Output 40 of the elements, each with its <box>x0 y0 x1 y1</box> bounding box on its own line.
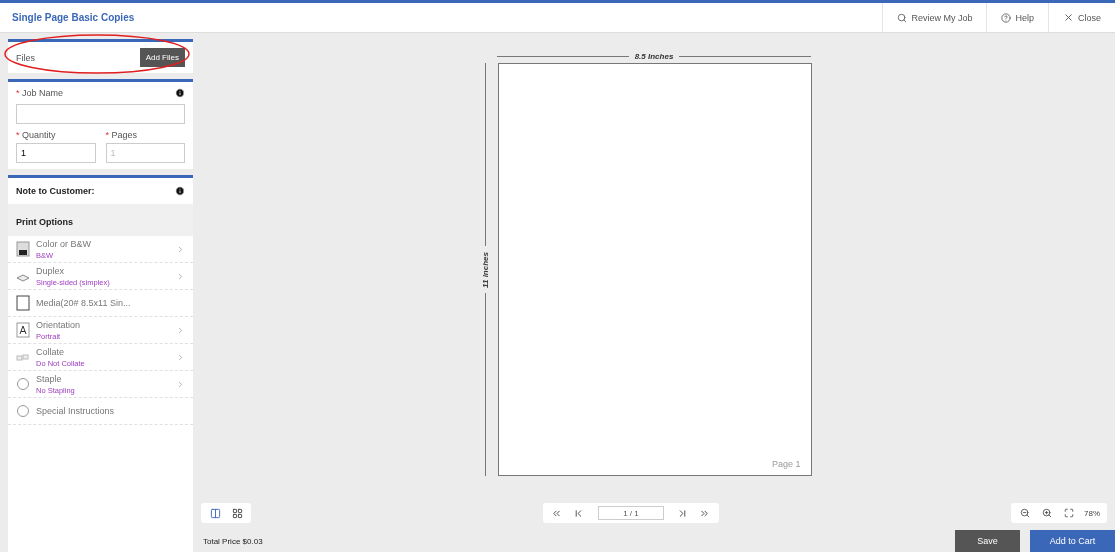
job-name-field[interactable] <box>16 104 185 124</box>
total-price: Total Price $0.03 <box>202 536 264 546</box>
info-icon <box>175 88 185 98</box>
zoom-out-icon <box>1020 508 1030 518</box>
zoom-in-icon <box>1042 508 1052 518</box>
letter-page-icon <box>16 322 30 338</box>
fit-screen-icon <box>1064 508 1074 518</box>
blank-page-icon <box>16 295 30 311</box>
chevron-icon <box>176 325 185 335</box>
quantity-label: * Quantity <box>16 130 57 140</box>
chevron-icon <box>176 271 185 281</box>
print-option[interactable]: Media(20# 8.5x11 Sin... <box>8 290 193 317</box>
pages-label: * Pages <box>105 130 139 140</box>
height-ruler: 11 Inches <box>480 63 490 476</box>
files-label: Files <box>16 52 35 63</box>
quantity-field[interactable]: 1 <box>16 143 96 163</box>
zoom-level: 78% <box>1083 508 1101 518</box>
page-field[interactable]: 1 / 1 <box>598 506 664 520</box>
help-icon <box>1001 12 1012 23</box>
add-files-button[interactable]: Add Files <box>139 48 185 67</box>
chevron-icon <box>176 244 185 254</box>
search-icon <box>897 12 908 23</box>
save-button[interactable]: Save <box>955 530 1020 552</box>
note-label: Note to Customer: <box>16 186 95 196</box>
radio-circle-icon <box>16 376 30 392</box>
grid-view-icon <box>231 507 243 519</box>
add-to-cart-button[interactable]: Add to Cart <box>1030 530 1115 552</box>
print-option[interactable]: Special Instructions <box>8 398 193 425</box>
chevron-icon <box>176 379 185 389</box>
job-name-label: * Job Name <box>16 88 64 98</box>
info-icon <box>175 186 185 196</box>
close-icon <box>1063 12 1074 23</box>
color-swatch-icon <box>16 241 30 257</box>
page-number: Page 1 <box>771 459 801 469</box>
radio-circle-icon <box>16 403 30 419</box>
print-options-header: Print Options <box>8 204 193 236</box>
single-view-icon <box>209 507 221 519</box>
page-title: Single Page Basic Copies <box>11 12 136 23</box>
chevron-icon <box>176 352 185 362</box>
width-ruler: 8.5 Inches <box>497 49 811 63</box>
